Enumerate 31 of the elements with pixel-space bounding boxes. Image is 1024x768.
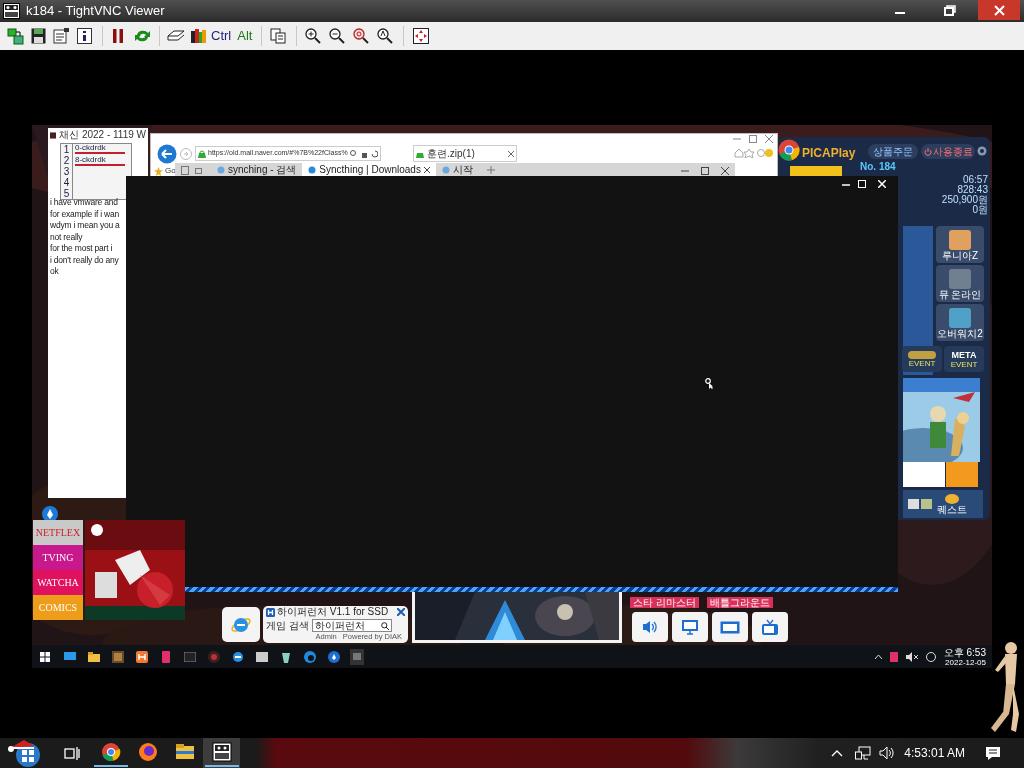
minimize-icon [895, 12, 905, 14]
clock-time: 4:53:01 AM [904, 745, 965, 762]
zoom-auto-icon[interactable] [377, 28, 394, 44]
volume-icon[interactable] [879, 746, 896, 760]
vnc-logo-icon [211, 741, 232, 762]
zoom-in-icon[interactable] [305, 28, 322, 44]
folder-icon [174, 741, 195, 762]
notification-icon[interactable] [985, 745, 1001, 761]
chrome-icon [100, 741, 121, 762]
pause-icon[interactable] [112, 28, 124, 44]
task-view-icon[interactable] [64, 745, 80, 761]
options-icon[interactable] [53, 28, 69, 44]
save-icon[interactable] [31, 28, 46, 44]
close-icon [993, 4, 1005, 16]
restore-icon [944, 4, 956, 16]
connection-icon[interactable] [7, 27, 24, 45]
window-title: k184 - TightVNC Viewer [26, 2, 165, 21]
alt-key-button[interactable]: Alt [237, 26, 253, 46]
close-button[interactable] [978, 0, 1020, 20]
network-icon[interactable] [855, 745, 872, 761]
taskbar-app-button[interactable] [203, 738, 240, 768]
clipboard-icon[interactable] [270, 28, 287, 44]
vnc-logo-icon [3, 3, 20, 19]
zoom-out-icon[interactable] [329, 28, 346, 44]
refresh-icon[interactable] [134, 28, 151, 44]
firefox-icon [137, 741, 158, 762]
fullscreen-icon[interactable] [413, 28, 430, 44]
control-panel-icon[interactable] [191, 28, 206, 44]
zoom-actual-icon[interactable] [353, 28, 370, 44]
ctrl-key-button[interactable]: Ctrl [211, 26, 232, 46]
info-icon[interactable] [77, 28, 92, 44]
